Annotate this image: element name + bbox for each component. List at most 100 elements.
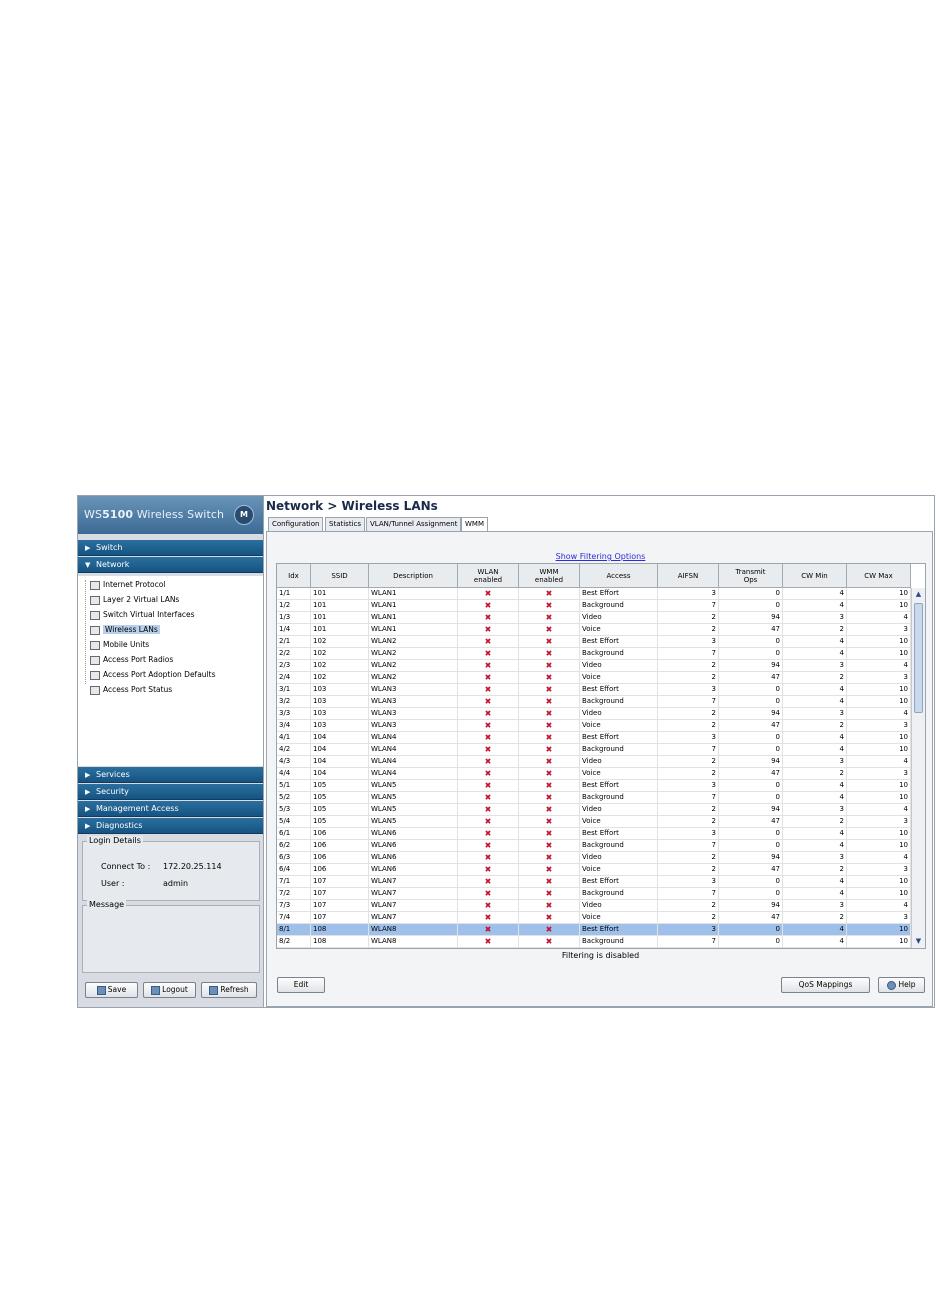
table-row[interactable]: 5/2 105 WLAN5 ✖ ✖ Background 7 0 4 10: [277, 792, 911, 804]
tree-item-4[interactable]: Mobile Units: [90, 638, 149, 652]
table-cell: 10: [847, 636, 911, 647]
tree-item-3[interactable]: Wireless LANs: [90, 623, 160, 637]
table-row[interactable]: 2/3 102 WLAN2 ✖ ✖ Video 2 94 3 4: [277, 660, 911, 672]
table-cell: 3: [783, 612, 847, 623]
column-header[interactable]: SSID: [311, 564, 369, 588]
product-name: WS5100 Wireless Switch: [84, 508, 225, 521]
column-header[interactable]: WLAN enabled: [458, 564, 519, 588]
table-cell: 3: [658, 732, 719, 743]
column-header[interactable]: CW Min: [783, 564, 847, 588]
table-row[interactable]: 8/2 108 WLAN8 ✖ ✖ Background 7 0 4 10: [277, 936, 911, 948]
table-row[interactable]: 2/2 102 WLAN2 ✖ ✖ Background 7 0 4 10: [277, 648, 911, 660]
table-cell: 2: [783, 720, 847, 731]
table-cell: 10: [847, 828, 911, 839]
scroll-up-icon[interactable]: ▲: [913, 589, 924, 600]
column-header[interactable]: Transmit Ops: [719, 564, 783, 588]
disabled-x-icon: ✖: [458, 852, 519, 863]
nav-section-services[interactable]: ▶ Services: [78, 767, 263, 783]
table-cell: 4/4: [277, 768, 311, 779]
table-cell: WLAN2: [369, 672, 458, 683]
tree-item-6[interactable]: Access Port Adoption Defaults: [90, 668, 215, 682]
disabled-x-icon: ✖: [458, 924, 519, 935]
table-row[interactable]: 4/2 104 WLAN4 ✖ ✖ Background 7 0 4 10: [277, 744, 911, 756]
table-cell: 4: [847, 660, 911, 671]
scroll-down-icon[interactable]: ▼: [913, 936, 924, 947]
table-cell: WLAN5: [369, 804, 458, 815]
tree-item-7[interactable]: Access Port Status: [90, 683, 172, 697]
table-cell: Background: [580, 744, 658, 755]
table-row[interactable]: 7/3 107 WLAN7 ✖ ✖ Video 2 94 3 4: [277, 900, 911, 912]
tree-item-0[interactable]: Internet Protocol: [90, 578, 165, 592]
table-row[interactable]: 5/3 105 WLAN5 ✖ ✖ Video 2 94 3 4: [277, 804, 911, 816]
table-row[interactable]: 3/2 103 WLAN3 ✖ ✖ Background 7 0 4 10: [277, 696, 911, 708]
table-row[interactable]: 5/4 105 WLAN5 ✖ ✖ Voice 2 47 2 3: [277, 816, 911, 828]
table-row[interactable]: 7/1 107 WLAN7 ✖ ✖ Best Effort 3 0 4 10: [277, 876, 911, 888]
tab-wmm[interactable]: WMM: [461, 517, 489, 532]
table-row[interactable]: 5/1 105 WLAN5 ✖ ✖ Best Effort 3 0 4 10: [277, 780, 911, 792]
qos-mappings-button[interactable]: QoS Mappings: [781, 977, 870, 993]
column-header[interactable]: Access: [580, 564, 658, 588]
nav-section-security[interactable]: ▶ Security: [78, 784, 263, 800]
table-row[interactable]: 3/1 103 WLAN3 ✖ ✖ Best Effort 3 0 4 10: [277, 684, 911, 696]
table-row[interactable]: 3/4 103 WLAN3 ✖ ✖ Voice 2 47 2 3: [277, 720, 911, 732]
nav-section-switch[interactable]: ▶ Switch: [78, 540, 263, 556]
table-cell: 0: [719, 888, 783, 899]
table-cell: 6/4: [277, 864, 311, 875]
column-header[interactable]: Description: [369, 564, 458, 588]
column-header[interactable]: AIFSN: [658, 564, 719, 588]
refresh-button[interactable]: Refresh: [201, 982, 257, 998]
table-cell: 2: [658, 660, 719, 671]
tree-item-5[interactable]: Access Port Radios: [90, 653, 173, 667]
table-row[interactable]: 6/3 106 WLAN6 ✖ ✖ Video 2 94 3 4: [277, 852, 911, 864]
table-row[interactable]: 6/4 106 WLAN6 ✖ ✖ Voice 2 47 2 3: [277, 864, 911, 876]
table-row[interactable]: 4/4 104 WLAN4 ✖ ✖ Voice 2 47 2 3: [277, 768, 911, 780]
column-header[interactable]: CW Max: [847, 564, 911, 588]
expand-arrow-icon: ▶: [85, 544, 91, 552]
table-cell: 3: [847, 720, 911, 731]
table-row[interactable]: 1/1 101 WLAN1 ✖ ✖ Best Effort 3 0 4 10: [277, 588, 911, 600]
table-cell: 102: [311, 672, 369, 683]
wmm-panel: Show Filtering Options Idx SSID Descriptio…: [266, 531, 933, 1007]
vertical-scrollbar[interactable]: ▲ ▼: [911, 588, 925, 948]
table-row[interactable]: 2/1 102 WLAN2 ✖ ✖ Best Effort 3 0 4 10: [277, 636, 911, 648]
table-row[interactable]: 4/1 104 WLAN4 ✖ ✖ Best Effort 3 0 4 10: [277, 732, 911, 744]
table-cell: 107: [311, 900, 369, 911]
radio-icon: [90, 655, 100, 665]
nav-section-management-access[interactable]: ▶ Management Access: [78, 801, 263, 817]
table-row[interactable]: 7/4 107 WLAN7 ✖ ✖ Voice 2 47 2 3: [277, 912, 911, 924]
table-row[interactable]: 4/3 104 WLAN4 ✖ ✖ Video 2 94 3 4: [277, 756, 911, 768]
show-filtering-options-link[interactable]: Show Filtering Options: [267, 552, 934, 561]
tree-item-2[interactable]: Switch Virtual Interfaces: [90, 608, 195, 622]
table-cell: 4: [847, 612, 911, 623]
table-row[interactable]: 1/3 101 WLAN1 ✖ ✖ Video 2 94 3 4: [277, 612, 911, 624]
table-row[interactable]: 8/1 108 WLAN8 ✖ ✖ Best Effort 3 0 4 10: [277, 924, 911, 936]
table-cell: WLAN8: [369, 936, 458, 947]
disabled-x-icon: ✖: [458, 672, 519, 683]
table-row[interactable]: 2/4 102 WLAN2 ✖ ✖ Voice 2 47 2 3: [277, 672, 911, 684]
tree-item-1[interactable]: Layer 2 Virtual LANs: [90, 593, 179, 607]
scroll-thumb[interactable]: [914, 603, 923, 713]
tab-statistics[interactable]: Statistics: [325, 517, 365, 531]
help-button[interactable]: Help: [878, 977, 925, 993]
tab-configuration[interactable]: Configuration: [268, 517, 324, 531]
table-row[interactable]: 6/1 106 WLAN6 ✖ ✖ Best Effort 3 0 4 10: [277, 828, 911, 840]
table-row[interactable]: 6/2 106 WLAN6 ✖ ✖ Background 7 0 4 10: [277, 840, 911, 852]
disabled-x-icon: ✖: [458, 696, 519, 707]
column-header[interactable]: Idx: [277, 564, 311, 588]
table-cell: WLAN6: [369, 840, 458, 851]
tab-vlan-tunnel-assignment[interactable]: VLAN/Tunnel Assignment: [366, 517, 462, 531]
nav-section-network[interactable]: ▼ Network: [78, 557, 263, 573]
column-header[interactable]: WMM enabled: [519, 564, 580, 588]
edit-button[interactable]: Edit: [277, 977, 325, 993]
nav-section-diagnostics[interactable]: ▶ Diagnostics: [78, 818, 263, 834]
table-cell: 103: [311, 696, 369, 707]
table-cell: 101: [311, 612, 369, 623]
save-button[interactable]: Save: [85, 982, 138, 998]
table-row[interactable]: 3/3 103 WLAN3 ✖ ✖ Video 2 94 3 4: [277, 708, 911, 720]
table-row[interactable]: 7/2 107 WLAN7 ✖ ✖ Background 7 0 4 10: [277, 888, 911, 900]
disabled-x-icon: ✖: [458, 804, 519, 815]
table-row[interactable]: 1/2 101 WLAN1 ✖ ✖ Background 7 0 4 10: [277, 600, 911, 612]
table-row[interactable]: 1/4 101 WLAN1 ✖ ✖ Voice 2 47 2 3: [277, 624, 911, 636]
table-cell: 4: [783, 600, 847, 611]
logout-button[interactable]: Logout: [143, 982, 196, 998]
